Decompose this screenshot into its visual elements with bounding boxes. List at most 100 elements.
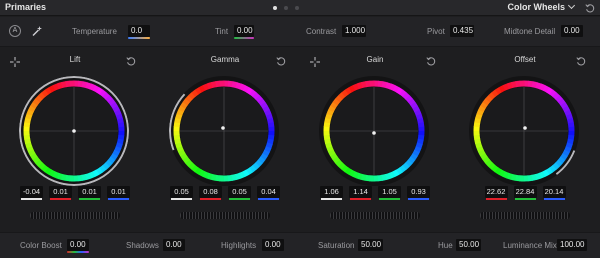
hue-ring-segment [535, 82, 542, 90]
hue-ring-segment [116, 117, 124, 124]
gain-color-wheel[interactable] [319, 76, 429, 186]
offset-color-wheel[interactable] [469, 76, 579, 186]
hue-ring-segment [24, 117, 32, 124]
hue-ring-segment [191, 89, 199, 97]
hue-ring-segment [264, 109, 272, 117]
hue-ring-segment [227, 80, 234, 88]
gain-green-value[interactable]: 1.05 [378, 186, 401, 200]
hue-ring-segment [352, 83, 360, 91]
lift-blue-value[interactable]: 0.01 [107, 186, 130, 200]
hue-ring-segment [52, 83, 60, 91]
gamma-green-value[interactable]: 0.05 [228, 186, 251, 200]
page-dot-3[interactable] [295, 6, 299, 10]
gamma-red-value[interactable]: 0.08 [199, 186, 222, 200]
hue-ring-segment [377, 174, 383, 182]
shadows-field[interactable]: 0.00 [163, 239, 185, 251]
hue-ring-segment [235, 82, 242, 90]
gamma-puck[interactable] [221, 126, 225, 130]
reset-icon[interactable] [576, 56, 586, 66]
lift-master-jog-wheel[interactable] [30, 212, 120, 219]
hue-ring-segment [185, 94, 193, 103]
blue-underline [258, 198, 279, 200]
hue-ring-segment [260, 153, 268, 161]
gamma-panel: Gamma 0.05 0.08 0.05 0.04 [150, 49, 300, 231]
temperature-gradient [128, 37, 150, 39]
highlights-field[interactable]: 0.00 [262, 239, 284, 251]
luminance-mix-field[interactable]: 100.00 [557, 239, 587, 251]
reset-icon[interactable] [426, 56, 436, 66]
gain-values: 1.06 1.14 1.05 0.93 [300, 186, 450, 200]
gain-panel: Gain 1.06 1.14 1.05 0.93 [300, 49, 450, 231]
blue-underline [408, 198, 429, 200]
hue-ring-segment [332, 156, 340, 164]
chevron-down-icon [567, 1, 576, 10]
offset-green-value[interactable]: 22.84 [513, 186, 537, 200]
lift-b: 0.01 [111, 187, 126, 196]
tint-field[interactable]: 0.00 [234, 25, 254, 39]
magic-wand-icon[interactable] [31, 25, 43, 37]
gain-master-value[interactable]: 1.06 [320, 186, 343, 200]
hue-ring-segment [48, 169, 56, 177]
saturation-field[interactable]: 50.00 [358, 239, 383, 251]
gamma-master-value[interactable]: 0.05 [170, 186, 193, 200]
hue-ring-segment [56, 82, 64, 90]
reset-icon[interactable] [276, 56, 286, 66]
gain-red-value[interactable]: 1.14 [349, 186, 372, 200]
hue-ring-segment [114, 109, 122, 117]
reset-icon[interactable] [126, 56, 136, 66]
luminance-mix-label: Luminance Mix [503, 241, 557, 250]
lift-master-value[interactable]: -0.04 [20, 186, 43, 200]
contrast-field[interactable]: 1.000 [342, 25, 366, 37]
gamma-blue-value[interactable]: 0.04 [257, 186, 280, 200]
midtone-detail-field[interactable]: 0.00 [561, 25, 583, 37]
hue-ring-segment [206, 172, 213, 180]
hue-ring-segment [562, 149, 570, 157]
gain-puck[interactable] [372, 131, 376, 135]
page-dot-1[interactable] [273, 6, 277, 10]
hue-ring-segment [231, 173, 238, 181]
hue-ring-segment [476, 145, 484, 153]
gamma-master-jog-wheel[interactable] [180, 212, 270, 219]
page-dot-2[interactable] [284, 6, 288, 10]
hue-ring-segment [475, 113, 483, 120]
temperature-value: 0.0 [131, 26, 143, 35]
hue-ring-segment [381, 173, 388, 181]
lift-color-wheel[interactable] [19, 76, 129, 186]
offset-panel: Offset 22.62 22.84 20.14 [450, 49, 600, 231]
color-boost-field[interactable]: 0.00 [67, 239, 89, 253]
offset-blue-value[interactable]: 20.14 [542, 186, 566, 200]
hue-ring-segment [238, 171, 246, 179]
lift-puck[interactable] [72, 129, 76, 133]
auto-balance-button[interactable]: A [9, 25, 21, 37]
lift-red-value[interactable]: 0.01 [49, 186, 72, 200]
hue-ring-segment [92, 85, 100, 93]
hue-ring-segment [552, 92, 561, 100]
offset-master-jog-wheel[interactable] [480, 212, 570, 219]
offset-puck[interactable] [523, 126, 527, 130]
hue-ring-segment [414, 109, 422, 117]
reset-icon[interactable] [585, 3, 595, 13]
lift-green-value[interactable]: 0.01 [78, 186, 101, 200]
hue-ring-segment [330, 101, 338, 109]
master-underline [171, 198, 192, 200]
offset-b: 20.14 [544, 187, 564, 196]
hue-ring-segment [255, 95, 264, 103]
pivot-field[interactable]: 0.435 [450, 25, 474, 37]
hue-ring-segment [364, 174, 371, 182]
offset-red-value[interactable]: 22.62 [484, 186, 508, 200]
hue-ring-segment [377, 80, 384, 88]
hue-field[interactable]: 50.00 [456, 239, 481, 251]
gain-blue-value[interactable]: 0.93 [407, 186, 430, 200]
mode-selector[interactable]: Color Wheels [507, 1, 576, 12]
hue-ring-segment [555, 159, 563, 168]
hue-ring-segment [415, 142, 423, 149]
hue-ring-segment [202, 83, 210, 91]
hue-ring-segment [112, 105, 121, 113]
gain-master-jog-wheel[interactable] [330, 212, 420, 219]
temperature-field[interactable]: 0.0 [128, 25, 150, 39]
hue-ring-segment [60, 173, 67, 181]
hue-ring-segment [89, 83, 96, 91]
gamma-color-wheel[interactable] [169, 76, 279, 186]
hue-ring-segment [178, 105, 186, 113]
pivot-value: 0.435 [453, 26, 474, 35]
